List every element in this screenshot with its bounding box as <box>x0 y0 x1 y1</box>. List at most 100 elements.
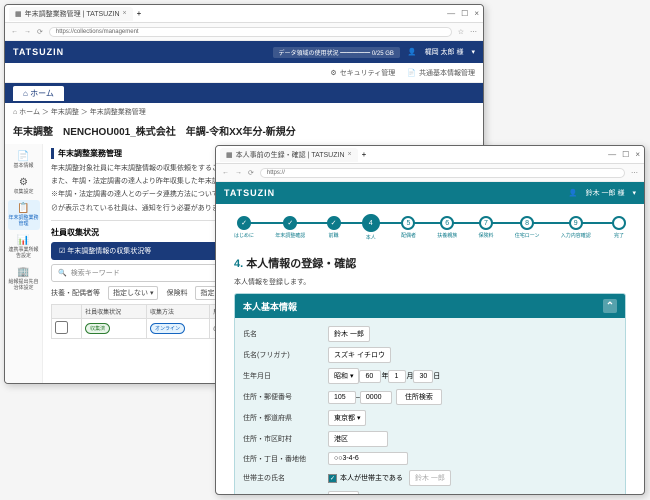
tab-close-icon[interactable]: × <box>348 151 352 158</box>
pref-label: 住所・都道府県 <box>243 413 328 423</box>
name-label: 氏名 <box>243 329 328 339</box>
step[interactable]: ✓はじめに <box>234 216 254 239</box>
home-tab[interactable]: ⌂ ホーム <box>13 86 64 101</box>
kana-input[interactable]: スズキ イチロウ <box>328 347 391 363</box>
tab-icon: ▦ <box>226 151 233 159</box>
sub-bar: ⚙セキュリティ管理 📄共通基本情報管理 <box>5 63 483 83</box>
sidebar-item[interactable]: 📋年末調整業務管理 <box>8 200 40 230</box>
sidebar: 📄基本情報⚙収集設定📋年末調整業務管理📊連携事業所報告設定🏢給報提出先自治体設定 <box>5 144 43 384</box>
step[interactable]: 6扶養親族 <box>437 216 457 239</box>
town-label: 住所・丁目・番地他 <box>243 454 328 464</box>
panel-basic-info: 本人基本情報⌃ 氏名鈴木 一郎 氏名(フリガナ)スズキ イチロウ 生年月日 昭和… <box>234 293 626 495</box>
logo: TATSUZIN <box>13 47 64 57</box>
col-header[interactable]: 収集方法 <box>147 304 210 318</box>
panel-header[interactable]: 本人基本情報⌃ <box>235 294 625 318</box>
min-icon[interactable]: — <box>447 9 455 18</box>
quota-badge: データ領域の使用状況 ━━━━━ 0/25 GB <box>273 47 400 58</box>
browser-tab[interactable]: ▦年末調整業務管理 | TATSUZIN× <box>9 7 133 21</box>
sidebar-item[interactable]: 📊連携事業所報告設定 <box>8 232 40 262</box>
city-input[interactable]: 港区 <box>328 431 388 447</box>
info-link[interactable]: 📄共通基本情報管理 <box>407 68 475 78</box>
hh-name-input: 鈴木 一郎 <box>409 470 451 486</box>
col-header[interactable] <box>52 304 82 318</box>
sidebar-item[interactable]: 📄基本情報 <box>8 148 40 172</box>
sidebar-item[interactable]: ⚙収集設定 <box>8 174 40 198</box>
address-input[interactable]: https:// <box>260 168 625 178</box>
stepper: ✓はじめに ✓年末調整確認 ✓前職 4本人 5配偶者 6扶養親族 7保険料 8住宅ローン 9入力… <box>216 204 644 251</box>
status-label: 社員収集状況 <box>51 227 99 238</box>
menu-icon[interactable]: ⋯ <box>631 169 638 177</box>
sidebar-item[interactable]: 🏢給報提出先自治体設定 <box>8 264 40 294</box>
user-icon[interactable]: 👤 <box>569 189 578 197</box>
menu-icon[interactable]: ⋯ <box>470 28 477 36</box>
max-icon[interactable]: ☐ <box>622 150 629 159</box>
fwd-icon[interactable]: → <box>235 169 242 176</box>
step[interactable]: 完了 <box>612 216 626 239</box>
user-name[interactable]: 鈴木 一郎 様 <box>586 188 625 198</box>
titlebar: ▦年末調整業務管理 | TATSUZIN× + — ☐ × <box>5 5 483 23</box>
url-bar: ← → ⟳ https:// ⋯ <box>216 164 644 182</box>
step[interactable]: ✓前職 <box>327 216 341 239</box>
step[interactable]: 4本人 <box>362 214 380 241</box>
search-icon: 🔍 <box>58 269 67 277</box>
home-tabs: ⌂ ホーム <box>5 83 483 103</box>
new-tab-icon[interactable]: + <box>362 150 367 159</box>
hh-checkbox[interactable]: ✓ <box>328 474 337 483</box>
close-icon[interactable]: × <box>635 150 640 159</box>
back-icon[interactable]: ← <box>222 169 229 176</box>
min-icon[interactable]: — <box>608 150 616 159</box>
step[interactable]: 5配偶者 <box>401 216 416 239</box>
town-input[interactable]: ○○3-4-6 <box>328 452 408 465</box>
zip-search-button[interactable]: 住所検索 <box>396 389 442 405</box>
back-icon[interactable]: ← <box>11 28 18 35</box>
col-header[interactable]: 社員収集状況 <box>82 304 147 318</box>
breadcrumb[interactable]: ⌂ ホーム ＞ 年末調整 ＞ 年末調整業務管理 <box>5 103 483 121</box>
filter1-select[interactable]: 指定しない ▾ <box>108 286 158 300</box>
hh-label: 世帯主の氏名 <box>243 473 328 483</box>
home-icon: ⌂ <box>23 89 28 98</box>
gear-icon: ⚙ <box>330 69 336 77</box>
titlebar: ▦本人事前の生録・確認 | TATSUZIN× + — ☐ × <box>216 146 644 164</box>
address-input[interactable]: https://collections/management <box>49 27 452 37</box>
reload-icon[interactable]: ⟳ <box>37 28 43 36</box>
logo: TATSUZIN <box>224 188 275 198</box>
status-chip: 収集済 <box>85 323 110 334</box>
step-title: 4. 本人情報の登録・確認 <box>216 251 644 275</box>
window-employee: ▦本人事前の生録・確認 | TATSUZIN× + — ☐ × ← → ⟳ https:… <box>215 145 645 495</box>
close-icon[interactable]: × <box>474 9 479 18</box>
filter1-label: 扶養・配偶者等 <box>51 288 100 298</box>
day-input[interactable]: 30 <box>413 370 433 383</box>
browser-tab[interactable]: ▦本人事前の生録・確認 | TATSUZIN× <box>220 148 358 162</box>
max-icon[interactable]: ☐ <box>461 9 468 18</box>
name-input[interactable]: 鈴木 一郎 <box>328 326 370 342</box>
chevron-down-icon[interactable]: ▾ <box>471 48 475 56</box>
tab-icon: ▦ <box>15 10 22 18</box>
step[interactable]: ✓年末調整確認 <box>275 216 305 239</box>
step[interactable]: 7保険料 <box>478 216 493 239</box>
chevron-up-icon: ⌃ <box>603 299 617 313</box>
star-icon[interactable]: ☆ <box>458 28 464 36</box>
brand-bar: TATSUZIN データ領域の使用状況 ━━━━━ 0/25 GB 👤 梶岡 太郎… <box>5 41 483 63</box>
chevron-down-icon[interactable]: ▾ <box>632 189 636 197</box>
fwd-icon[interactable]: → <box>24 28 31 35</box>
reload-icon[interactable]: ⟳ <box>248 169 254 177</box>
month-input[interactable]: 1 <box>388 370 406 383</box>
file-icon: 📄 <box>407 69 416 77</box>
step[interactable]: 9入力内容確認 <box>561 216 591 239</box>
new-tab-icon[interactable]: + <box>137 9 142 18</box>
year-input[interactable]: 60 <box>359 370 381 383</box>
user-name[interactable]: 梶岡 太郎 様 <box>425 47 464 57</box>
zip2-input[interactable]: 0000 <box>360 391 392 404</box>
row-checkbox[interactable] <box>55 321 68 334</box>
rel-select[interactable]: 本人 ▾ <box>328 491 359 495</box>
zip1-input[interactable]: 105 <box>328 391 356 404</box>
tab-close-icon[interactable]: × <box>123 10 127 17</box>
method-chip: オンライン <box>150 323 185 334</box>
pref-select[interactable]: 東京都 ▾ <box>328 410 366 426</box>
step[interactable]: 8住宅ローン <box>515 216 540 239</box>
era-select[interactable]: 昭和 ▾ <box>328 368 359 384</box>
rel-label: 世帯主との続柄 <box>243 494 328 495</box>
page-title: 年末調整 NENCHOU001_株式会社 年調-令和XX年分-新規分 <box>5 121 483 144</box>
security-link[interactable]: ⚙セキュリティ管理 <box>330 68 395 78</box>
user-icon[interactable]: 👤 <box>408 48 417 56</box>
